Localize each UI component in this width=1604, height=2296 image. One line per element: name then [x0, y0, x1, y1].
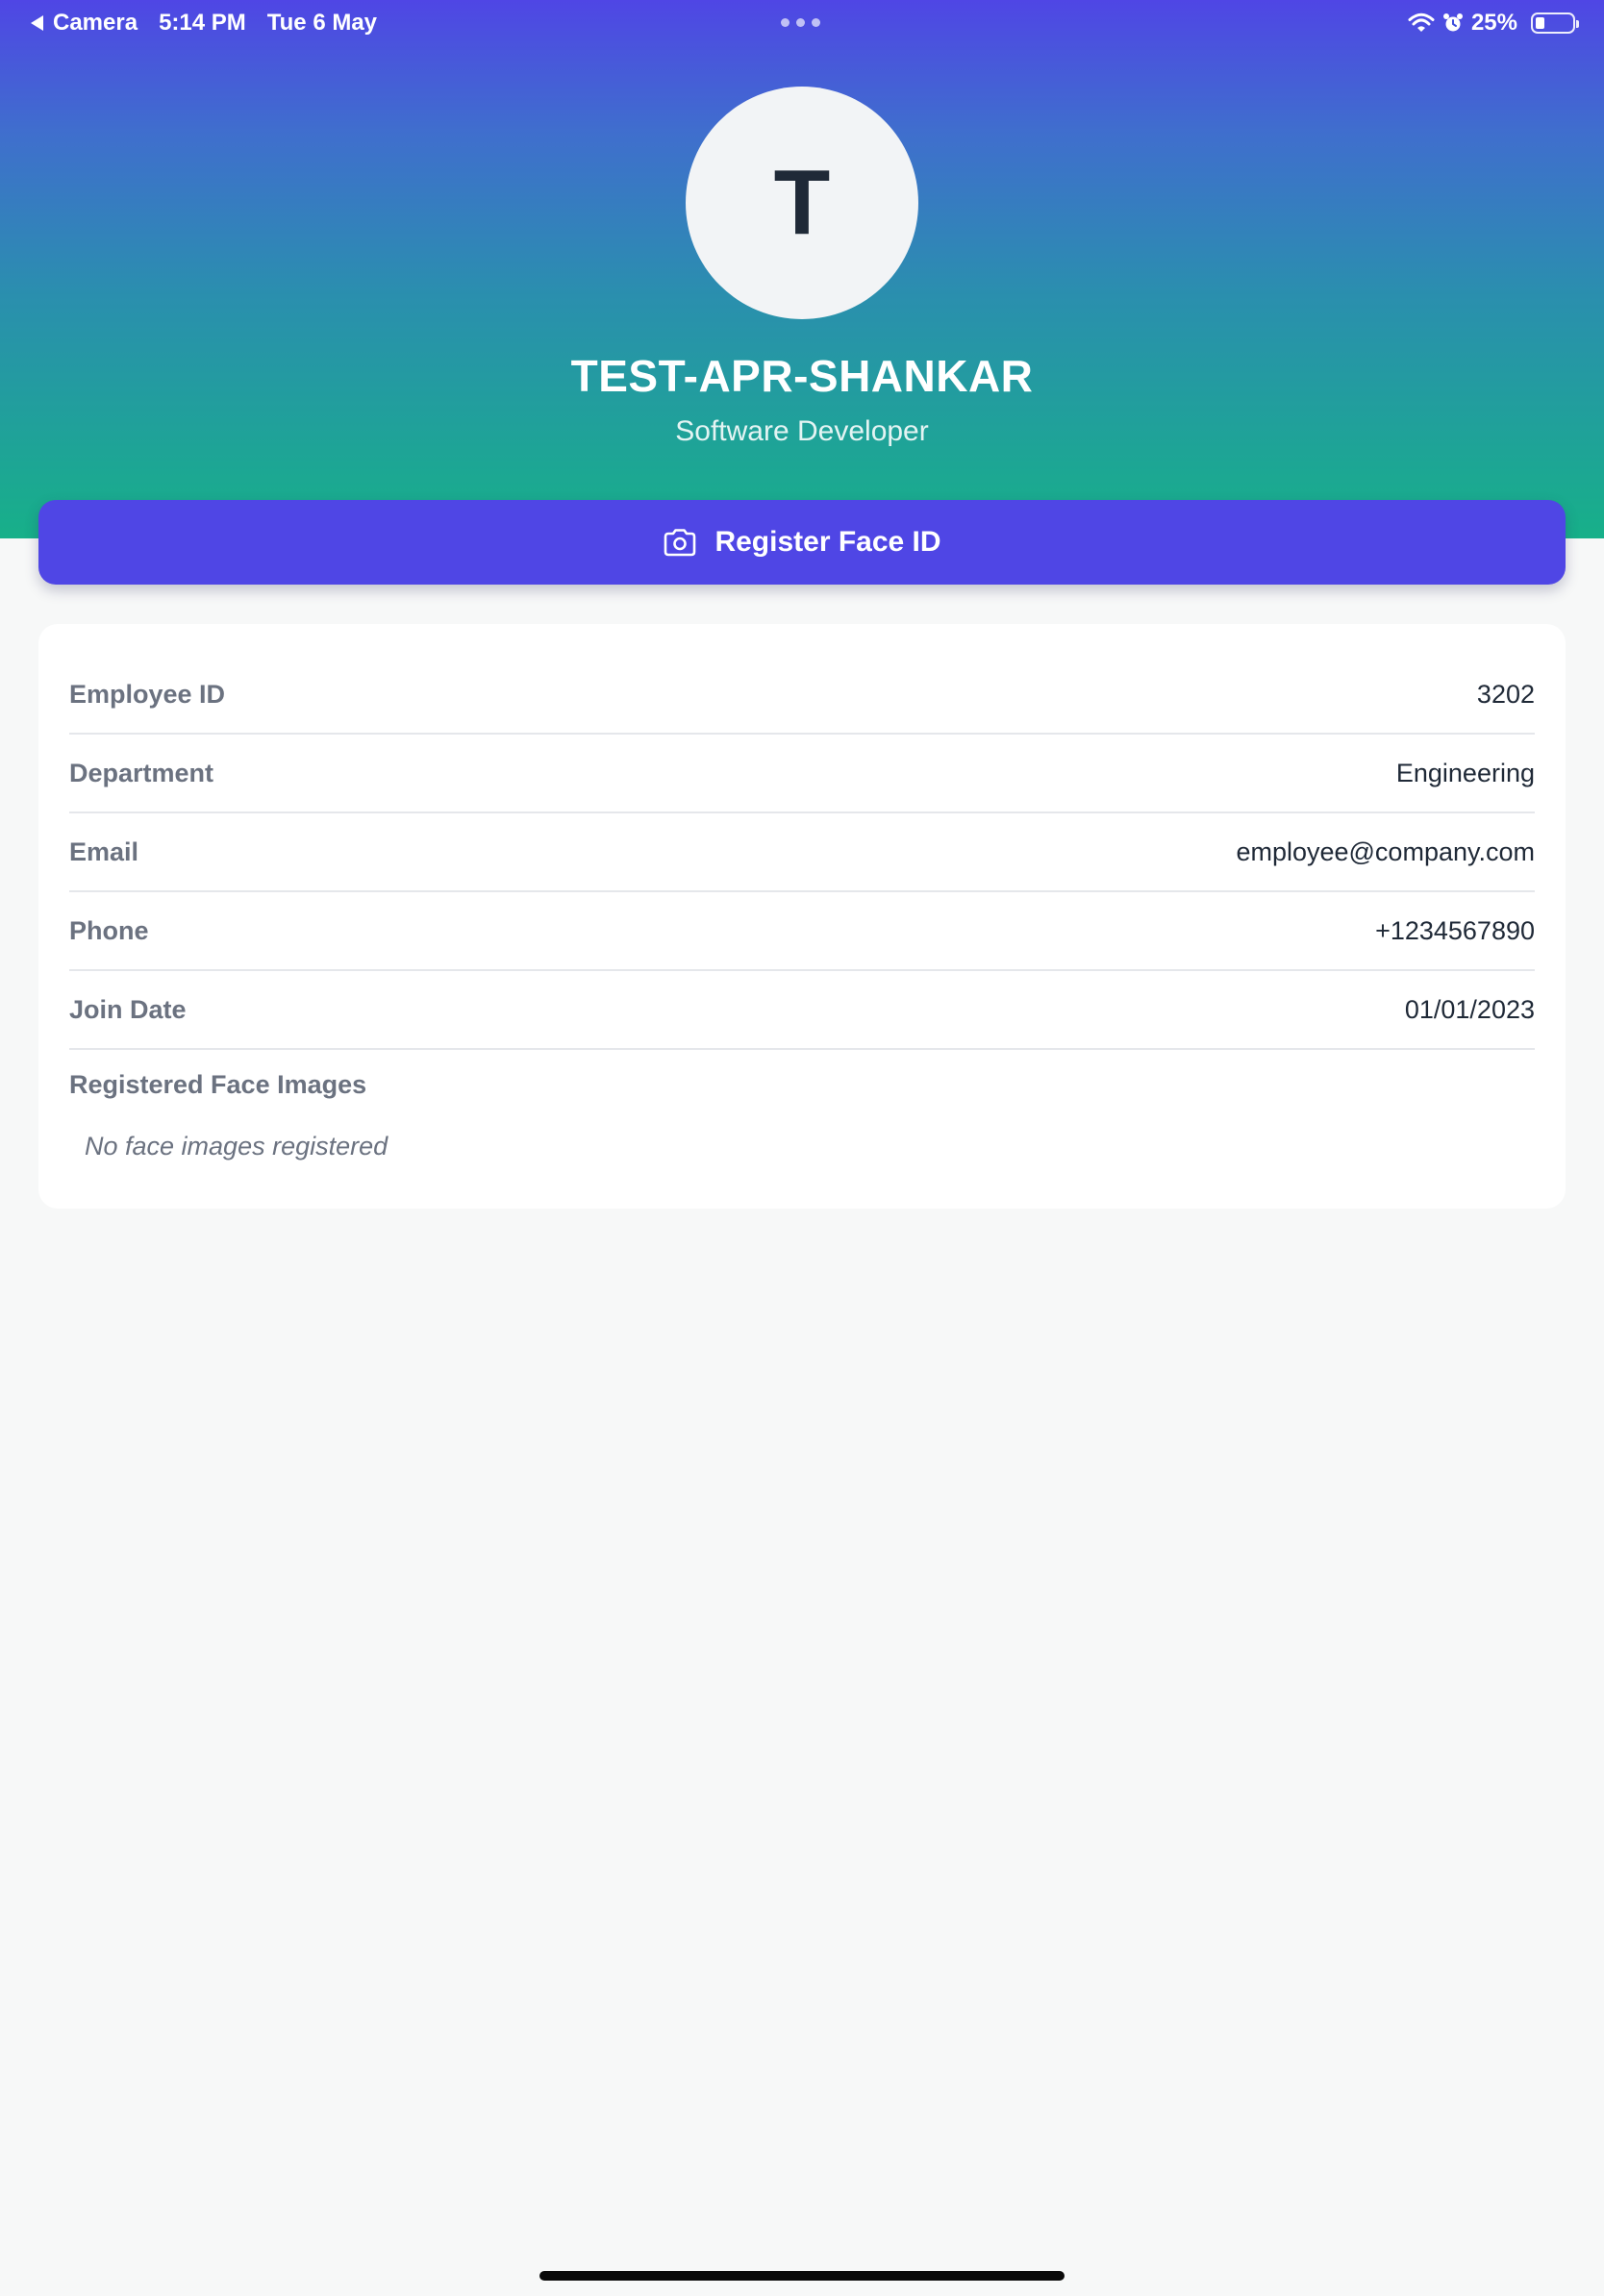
registered-face-images-label: Registered Face Images: [69, 1070, 367, 1099]
employee-role: Software Developer: [675, 415, 929, 447]
detail-row-employee-id: Employee ID 3202: [69, 656, 1535, 735]
battery-level-fill: [1536, 17, 1544, 29]
status-bar-right: 25%: [1408, 10, 1579, 37]
detail-label: Employee ID: [69, 679, 226, 709]
camera-icon: [664, 529, 696, 557]
detail-row-join-date: Join Date 01/01/2023: [69, 971, 1535, 1050]
detail-value: Engineering: [1395, 758, 1535, 787]
status-date: Tue 6 May: [266, 10, 378, 36]
employee-details-card: Employee ID 3202 Department Engineering …: [38, 624, 1566, 1209]
detail-value: employee@company.com: [1236, 836, 1535, 866]
detail-row-email: Email employee@company.com: [69, 813, 1535, 892]
back-arrow-icon[interactable]: [31, 15, 43, 31]
avatar: T: [686, 87, 918, 319]
battery-percentage: 25%: [1470, 10, 1517, 36]
battery-nub: [1576, 20, 1579, 28]
status-time: 5:14 PM: [159, 10, 246, 36]
detail-row-phone: Phone +1234567890: [69, 892, 1535, 971]
status-bar: Camera 5:14 PM Tue 6 May 25%: [0, 0, 1604, 46]
detail-value: 3202: [1476, 679, 1535, 709]
wifi-icon: [1408, 12, 1435, 32]
detail-value: 01/01/2023: [1404, 994, 1535, 1024]
alarm-icon: [1442, 13, 1463, 32]
dot-icon: [796, 18, 805, 27]
dot-icon: [812, 18, 820, 27]
multitasking-dots[interactable]: [781, 18, 820, 27]
home-indicator[interactable]: [539, 2271, 1065, 2281]
dot-icon: [781, 18, 789, 27]
detail-label: Email: [69, 836, 139, 866]
status-bar-left: Camera 5:14 PM Tue 6 May: [31, 10, 377, 37]
employee-profile-screen: Camera 5:14 PM Tue 6 May 25% T TEST-APR-…: [0, 0, 1604, 2296]
detail-value: +1234567890: [1375, 915, 1535, 945]
register-face-id-label: Register Face ID: [714, 526, 941, 558]
no-face-images-message: No face images registered: [85, 1132, 388, 1160]
back-to-app-link[interactable]: Camera: [53, 10, 138, 37]
detail-label: Phone: [69, 915, 149, 945]
battery-icon: [1531, 12, 1579, 34]
detail-row-department: Department Engineering: [69, 735, 1535, 813]
detail-label: Join Date: [69, 994, 187, 1024]
register-face-id-button[interactable]: Register Face ID: [38, 500, 1566, 585]
employee-name: TEST-APR-SHANKAR: [570, 351, 1034, 401]
detail-label: Department: [69, 758, 214, 787]
